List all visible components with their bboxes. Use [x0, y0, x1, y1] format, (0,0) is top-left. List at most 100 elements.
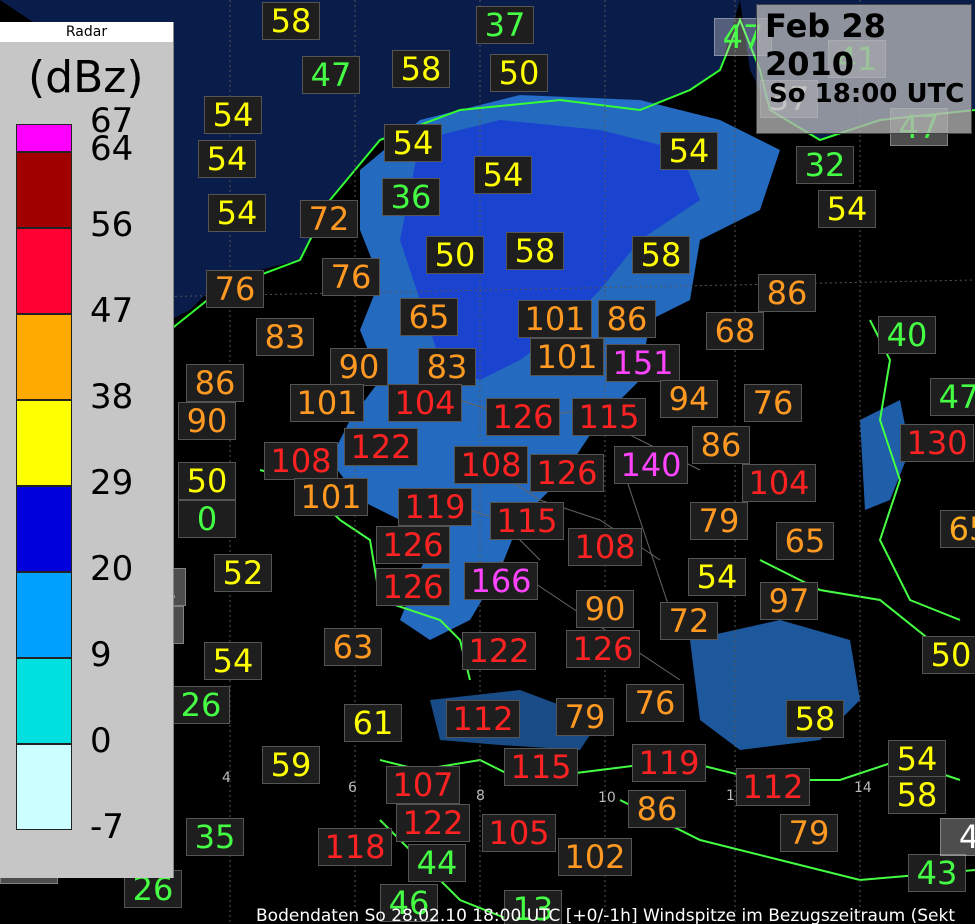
faded-station-12: 4	[940, 818, 975, 856]
map-stage: 52 4 6 8 10 12 14 46 5837475850545454545…	[0, 0, 975, 924]
station-value-86: 79	[780, 814, 838, 852]
station-value-47: 104	[742, 464, 816, 502]
station-value-3: 58	[392, 50, 450, 88]
station-value-35: 76	[744, 384, 802, 422]
station-value-90: 44	[408, 844, 466, 882]
station-value-62: 97	[760, 582, 818, 620]
grid-label-lon-6: 6	[348, 780, 357, 796]
station-value-64: 72	[660, 602, 718, 640]
station-value-85: 35	[186, 818, 244, 856]
station-value-31: 86	[186, 364, 244, 402]
station-value-21: 65	[400, 298, 458, 336]
station-value-9: 54	[474, 156, 532, 194]
station-value-39: 115	[572, 398, 646, 436]
legend-tick-38: 38	[90, 377, 134, 417]
station-value-27: 90	[330, 348, 388, 386]
station-value-18: 76	[322, 258, 380, 296]
station-value-69: 50	[922, 636, 975, 674]
station-value-91: 43	[908, 854, 966, 892]
station-value-33: 104	[388, 384, 462, 422]
station-value-5: 54	[204, 96, 262, 134]
station-value-61: 54	[688, 558, 746, 596]
legend-swatch-0	[16, 744, 72, 830]
station-value-73: 112	[446, 700, 520, 738]
station-value-24: 68	[706, 312, 764, 350]
station-value-13: 72	[300, 200, 358, 238]
station-value-49: 101	[294, 478, 368, 516]
legend-tick-47: 47	[90, 291, 134, 331]
station-value-68: 54	[204, 642, 262, 680]
station-value-70: 26	[172, 686, 230, 724]
station-value-7: 54	[660, 132, 718, 170]
station-value-67: 126	[566, 630, 640, 668]
grid-label-lon-14: 14	[854, 780, 872, 796]
station-value-60: 166	[464, 562, 538, 600]
station-value-80: 107	[386, 766, 460, 804]
time-label: So 18:00 UTC	[769, 79, 965, 109]
station-value-55: 126	[376, 526, 450, 564]
station-value-22: 101	[518, 300, 592, 338]
station-value-66: 122	[462, 632, 536, 670]
station-value-75: 58	[786, 700, 844, 738]
legend-swatch-29	[16, 486, 72, 572]
station-value-43: 108	[264, 442, 338, 480]
station-value-50: 119	[398, 488, 472, 526]
station-value-78: 119	[632, 744, 706, 782]
legend-unit: (dBz)	[28, 52, 144, 103]
station-value-52: 115	[490, 502, 564, 540]
station-value-36: 47	[930, 378, 975, 416]
legend-swatch-38	[16, 400, 72, 486]
station-value-45: 126	[530, 454, 604, 492]
legend-swatch-20	[16, 572, 72, 658]
legend-swatch-67	[16, 124, 72, 152]
station-value-46: 140	[614, 446, 688, 484]
station-value-30: 151	[606, 344, 680, 382]
station-value-76: 59	[262, 746, 320, 784]
station-value-34: 94	[660, 380, 718, 418]
station-value-71: 76	[626, 684, 684, 722]
station-value-63: 90	[576, 590, 634, 628]
legend-tick-29: 29	[90, 463, 134, 503]
station-value-20: 86	[758, 274, 816, 312]
station-value-89: 102	[558, 838, 632, 876]
station-value-81: 112	[736, 768, 810, 806]
station-value-11: 36	[382, 178, 440, 216]
legend-tick-56: 56	[90, 205, 134, 245]
legend-tick-9: 9	[90, 635, 112, 675]
station-value-79: 54	[888, 740, 946, 778]
station-value-74: 79	[556, 698, 614, 736]
footer-caption: Bodendaten So 28.02.10 18:00 UTC [+0/-1h…	[256, 906, 955, 924]
station-value-42: 130	[900, 424, 974, 462]
station-value-26: 40	[878, 316, 936, 354]
station-value-87: 105	[482, 814, 556, 852]
station-value-88: 118	[318, 828, 392, 866]
station-value-57: 65	[776, 522, 834, 560]
station-value-0: 58	[262, 2, 320, 40]
legend-tick-20: 20	[90, 549, 134, 589]
station-value-82: 58	[888, 776, 946, 814]
station-value-2: 47	[302, 56, 360, 94]
station-value-58: 52	[214, 554, 272, 592]
station-value-53: 79	[690, 502, 748, 540]
legend-swatch-64	[16, 152, 72, 228]
legend-swatch-47	[16, 314, 72, 400]
radar-legend: Radar (dBz) 67 64 56 47 38 29 20 9 0 -7	[0, 22, 174, 878]
grid-label-lon-8: 8	[476, 788, 485, 804]
station-value-8: 54	[198, 140, 256, 178]
station-value-14: 54	[818, 190, 876, 228]
station-value-15: 50	[426, 236, 484, 274]
station-value-83: 86	[628, 790, 686, 828]
station-value-54: 65	[940, 510, 975, 548]
station-value-44: 108	[454, 446, 528, 484]
station-value-23: 86	[598, 300, 656, 338]
grid-label-lon-4: 4	[222, 770, 231, 786]
legend-tick-64: 64	[90, 129, 134, 169]
station-value-84: 122	[396, 804, 470, 842]
legend-title: Radar	[0, 22, 173, 42]
datetime-box: Feb 28 2010 So 18:00 UTC	[756, 4, 972, 134]
station-value-65: 63	[324, 628, 382, 666]
date-label: Feb 28 2010	[765, 7, 886, 83]
station-value-10: 32	[796, 146, 854, 184]
station-value-41: 86	[692, 426, 750, 464]
station-value-17: 58	[632, 236, 690, 274]
